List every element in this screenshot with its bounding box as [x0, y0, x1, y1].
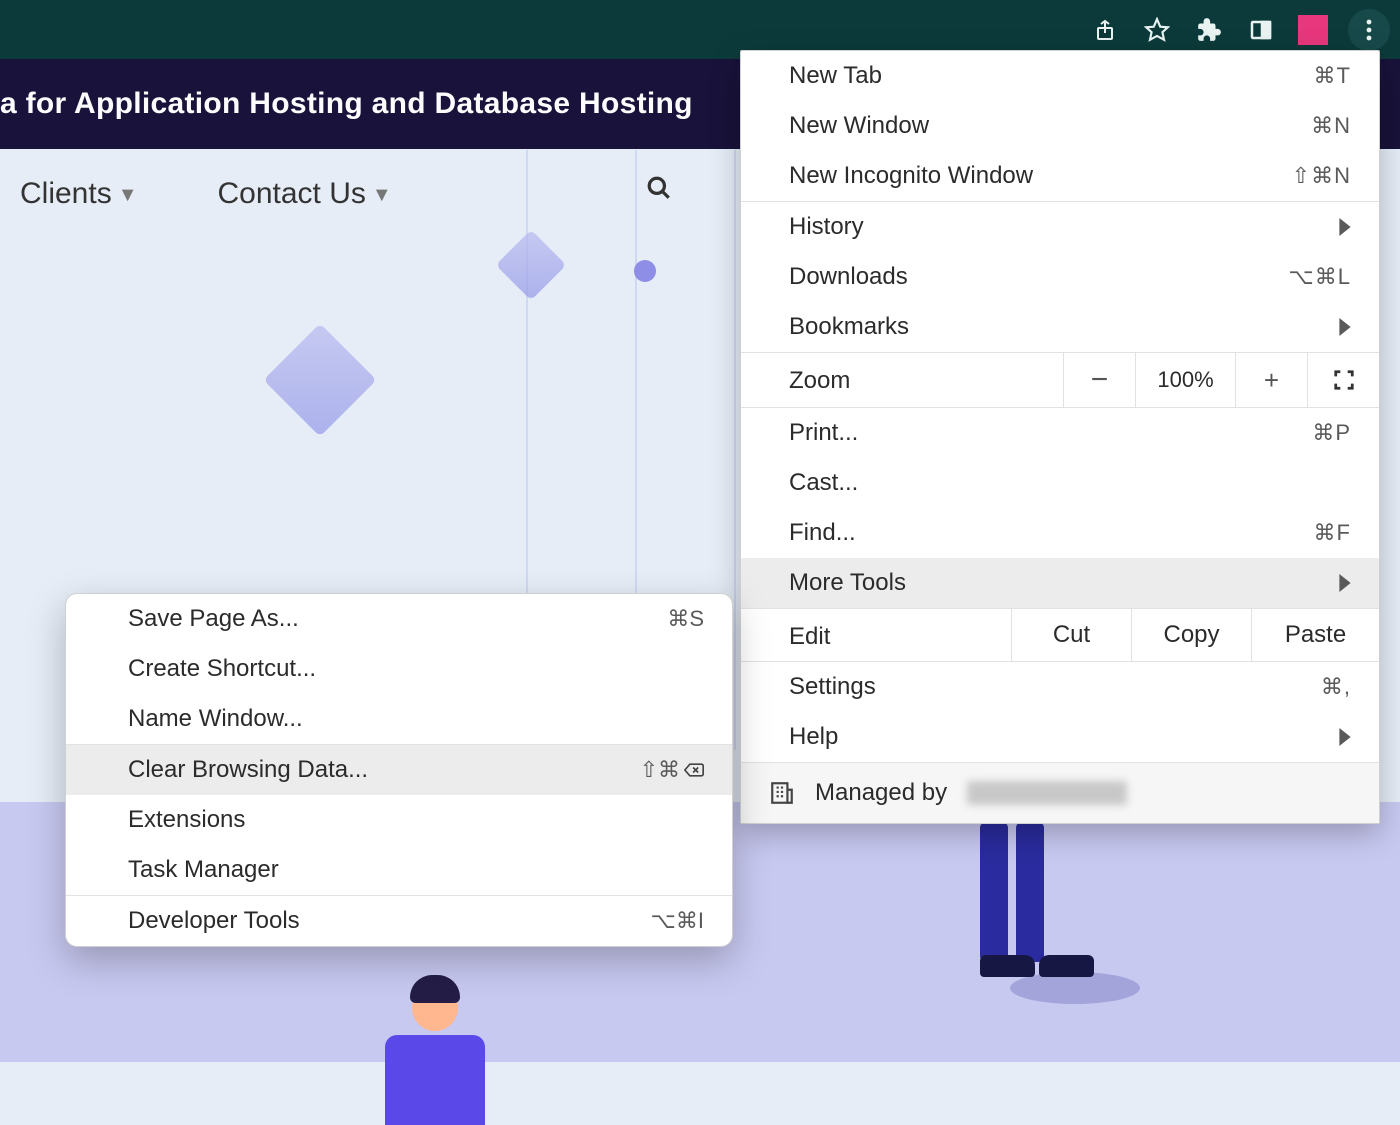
menu-edit: Edit Cut Copy Paste [741, 608, 1379, 662]
submenu-name-window[interactable]: Name Window... [66, 694, 732, 744]
search-icon[interactable] [646, 175, 672, 201]
menu-item-label: Print... [789, 419, 858, 447]
chevron-right-icon [1339, 318, 1351, 336]
menu-help[interactable]: Help [741, 712, 1379, 762]
illustration-person-sitting [385, 975, 485, 1125]
menu-item-label: Clear Browsing Data... [128, 756, 368, 784]
menu-new-window[interactable]: New Window ⌘N [741, 101, 1379, 151]
profile-avatar[interactable] [1296, 13, 1330, 47]
fullscreen-button[interactable] [1307, 353, 1379, 407]
menu-item-label: Create Shortcut... [128, 655, 316, 683]
chevron-down-icon: ▼ [118, 184, 138, 206]
menu-item-label: Cast... [789, 469, 858, 497]
menu-item-label: History [789, 213, 864, 241]
menu-new-incognito[interactable]: New Incognito Window ⇧⌘N [741, 151, 1379, 201]
menu-item-label: New Window [789, 112, 929, 140]
submenu-save-page[interactable]: Save Page As... ⌘S [66, 594, 732, 644]
page-title: a for Application Hosting and Database H… [0, 87, 693, 121]
menu-downloads[interactable]: Downloads ⌥⌘L [741, 252, 1379, 302]
decorative-dot [634, 260, 656, 282]
menu-shortcut: ⌘T [1314, 63, 1351, 89]
building-icon [769, 780, 795, 806]
submenu-task-manager[interactable]: Task Manager [66, 845, 732, 895]
nav-clients-label: Clients [20, 177, 112, 210]
menu-shortcut: ⇧⌘ [640, 757, 704, 783]
menu-item-label: Edit [741, 609, 1011, 661]
menu-item-label: Downloads [789, 263, 908, 291]
illustration-person [980, 822, 1094, 980]
menu-shortcut: ⌥⌘L [1288, 264, 1351, 290]
menu-item-label: Settings [789, 673, 876, 701]
menu-shortcut: ⌘, [1321, 674, 1351, 700]
nav-contact-label: Contact Us [218, 177, 366, 210]
menu-shortcut: ⌘N [1311, 113, 1351, 139]
chevron-down-icon: ▼ [372, 184, 392, 206]
side-panel-icon[interactable] [1244, 13, 1278, 47]
zoom-out-button[interactable]: − [1063, 353, 1135, 407]
menu-item-label: Name Window... [128, 705, 303, 733]
menu-shortcut: ⌘F [1314, 520, 1351, 546]
submenu-clear-browsing-data[interactable]: Clear Browsing Data... ⇧⌘ [66, 745, 732, 795]
menu-shortcut: ⇧⌘N [1292, 163, 1351, 189]
zoom-in-button[interactable]: + [1235, 353, 1307, 407]
edit-copy-button[interactable]: Copy [1131, 609, 1251, 661]
browser-menu: New Tab ⌘T New Window ⌘N New Incognito W… [740, 50, 1380, 824]
menu-item-label: Extensions [128, 806, 245, 834]
nav-clients[interactable]: Clients ▼ [20, 177, 138, 211]
submenu-create-shortcut[interactable]: Create Shortcut... [66, 644, 732, 694]
more-tools-submenu: Save Page As... ⌘S Create Shortcut... Na… [65, 593, 733, 947]
edit-paste-button[interactable]: Paste [1251, 609, 1379, 661]
menu-zoom: Zoom − 100% + [741, 352, 1379, 408]
menu-shortcut: ⌘P [1312, 420, 1351, 446]
decorative-diamond [263, 323, 376, 436]
menu-item-label: More Tools [789, 569, 906, 597]
menu-item-label: Find... [789, 519, 856, 547]
menu-item-label: Save Page As... [128, 605, 299, 633]
menu-print[interactable]: Print... ⌘P [741, 408, 1379, 458]
extensions-icon[interactable] [1192, 13, 1226, 47]
decorative-diamond [496, 230, 567, 301]
menu-shortcut: ⌥⌘I [651, 908, 704, 934]
menu-item-label: Zoom [741, 353, 1063, 407]
zoom-value: 100% [1135, 353, 1235, 407]
redacted-text [967, 781, 1127, 805]
star-icon[interactable] [1140, 13, 1174, 47]
menu-find[interactable]: Find... ⌘F [741, 508, 1379, 558]
chevron-right-icon [1339, 574, 1351, 592]
edit-cut-button[interactable]: Cut [1011, 609, 1131, 661]
menu-history[interactable]: History [741, 202, 1379, 252]
menu-item-label: Bookmarks [789, 313, 909, 341]
share-icon[interactable] [1088, 13, 1122, 47]
menu-item-label: New Incognito Window [789, 162, 1033, 190]
chevron-right-icon [1339, 728, 1351, 746]
nav-contact[interactable]: Contact Us ▼ [218, 177, 392, 211]
menu-shortcut: ⌘S [667, 606, 704, 632]
menu-more-tools[interactable]: More Tools [741, 558, 1379, 608]
menu-settings[interactable]: Settings ⌘, [741, 662, 1379, 712]
menu-bookmarks[interactable]: Bookmarks [741, 302, 1379, 352]
menu-item-label: New Tab [789, 62, 882, 90]
menu-item-label: Managed by [815, 779, 947, 807]
chevron-right-icon [1339, 218, 1351, 236]
submenu-extensions[interactable]: Extensions [66, 795, 732, 845]
menu-item-label: Help [789, 723, 838, 751]
browser-more-button[interactable] [1348, 9, 1390, 51]
menu-item-label: Task Manager [128, 856, 279, 884]
menu-managed-by[interactable]: Managed by [741, 762, 1379, 823]
menu-new-tab[interactable]: New Tab ⌘T [741, 51, 1379, 101]
menu-item-label: Developer Tools [128, 907, 300, 935]
menu-cast[interactable]: Cast... [741, 458, 1379, 508]
decorative-line [734, 150, 736, 750]
submenu-developer-tools[interactable]: Developer Tools ⌥⌘I [66, 896, 732, 946]
